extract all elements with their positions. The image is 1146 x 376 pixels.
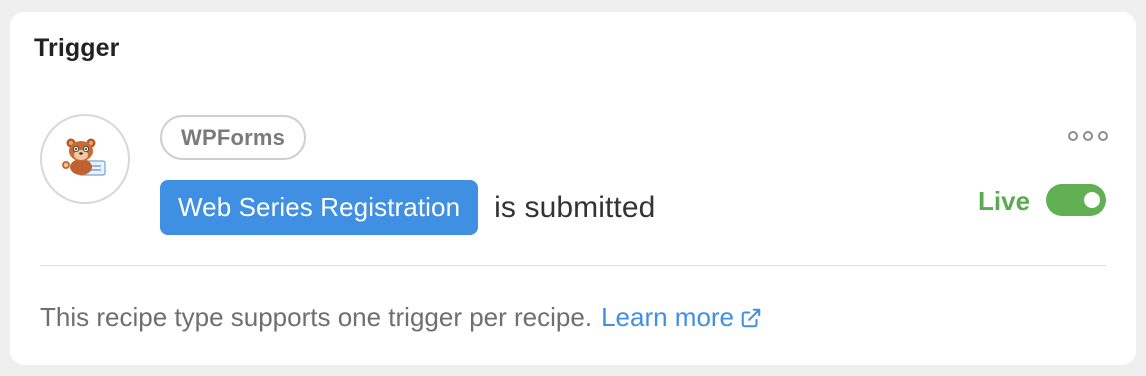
learn-more-link[interactable]: Learn more bbox=[601, 302, 762, 333]
status-label: Live bbox=[978, 186, 1031, 216]
section-title: Trigger bbox=[34, 34, 120, 62]
more-options-icon[interactable] bbox=[1068, 129, 1108, 143]
integration-avatar bbox=[40, 114, 130, 204]
integration-badge[interactable]: WPForms bbox=[160, 115, 307, 160]
trigger-sentence: Web Series Registration is submitted bbox=[160, 180, 655, 235]
footer-note: This recipe type supports one trigger pe… bbox=[40, 302, 762, 333]
learn-more-label: Learn more bbox=[601, 302, 735, 332]
menu-dot bbox=[1098, 131, 1108, 141]
trigger-card: Trigger WPForms Web Series Registration … bbox=[10, 12, 1136, 365]
menu-dot bbox=[1083, 131, 1093, 141]
menu-dot bbox=[1068, 131, 1078, 141]
divider bbox=[40, 265, 1106, 266]
form-token-button[interactable]: Web Series Registration bbox=[160, 180, 479, 235]
footer-text: This recipe type supports one trigger pe… bbox=[40, 302, 593, 332]
live-toggle[interactable] bbox=[1046, 184, 1106, 216]
external-link-icon bbox=[741, 308, 761, 327]
trigger-condition-text: is submitted bbox=[494, 190, 656, 224]
wpforms-bear-logo-icon bbox=[62, 138, 106, 176]
toggle-knob bbox=[1084, 192, 1100, 208]
